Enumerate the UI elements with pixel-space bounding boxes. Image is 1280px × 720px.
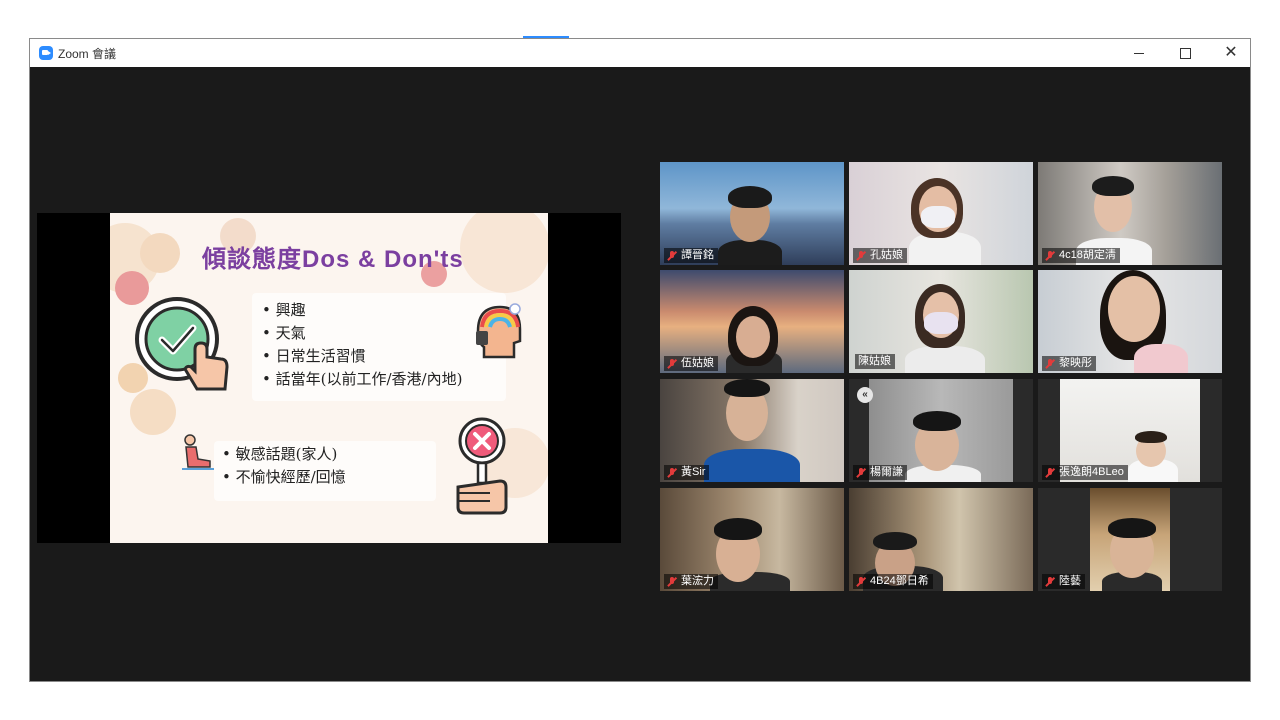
participant-video-tile[interactable]: 陸藝	[1038, 488, 1222, 591]
no-sign-hand-icon	[456, 417, 508, 515]
donts-list: 敏感話題(家人) 不愉快經歷/回憶	[222, 443, 346, 489]
participant-video-tile[interactable]: 4B24鄧日希	[849, 488, 1033, 591]
minimize-button[interactable]	[1116, 39, 1162, 67]
participant-name-label: 葉浤力	[664, 574, 718, 589]
maximize-button[interactable]	[1162, 39, 1208, 67]
donts-item: 不愉快經歷/回憶	[222, 466, 346, 489]
participant-name-label: 黃Sir	[664, 465, 710, 480]
dos-list: 興趣 天氣 日常生活習慣 話當年(以前工作/香港/內地)	[262, 299, 463, 391]
participant-video-tile[interactable]: 張逸朗4BLeo	[1038, 379, 1222, 482]
participant-name-label: 伍姑娘	[664, 356, 718, 371]
participant-video-tile[interactable]: 黎映彤	[1038, 270, 1222, 373]
slide-title: 傾談態度Dos & Don'ts	[202, 246, 464, 273]
minimize-icon	[1134, 52, 1144, 54]
participant-name-label: 4B24鄧日希	[853, 574, 933, 589]
thinking-head-icon	[476, 303, 522, 359]
participant-name-label: 陳姑娘	[855, 354, 895, 369]
participant-video-tile-active-speaker[interactable]: 陳姑娘	[849, 270, 1033, 373]
dos-item: 興趣	[262, 299, 462, 322]
participant-video-tile[interactable]: 孔姑娘	[849, 162, 1033, 265]
donts-item: 敏感話題(家人)	[222, 443, 346, 466]
window-title: Zoom 會議	[58, 47, 117, 61]
title-bar: Zoom 會議 ✕	[30, 39, 1250, 67]
close-icon: ✕	[1224, 44, 1238, 61]
sitting-person-icon	[182, 434, 214, 470]
participant-name-label: 孔姑娘	[853, 248, 907, 263]
muted-mic-icon	[667, 358, 677, 369]
participant-name-label: 譚晉銘	[664, 248, 718, 263]
zoom-meeting-window: Zoom 會議 ✕ 傾談態度Dos & Don'ts • 興趣 • 天氣 • 日…	[29, 38, 1251, 682]
participant-video-tile[interactable]: 譚晉銘	[660, 162, 844, 265]
participant-video-tile[interactable]: 4c18胡定淸	[1038, 162, 1222, 265]
muted-mic-icon	[667, 467, 677, 478]
muted-mic-icon	[856, 467, 866, 478]
participant-video-tile[interactable]: 葉浤力	[660, 488, 844, 591]
dos-item: 話當年(以前工作/香港/內地)	[262, 368, 463, 391]
participant-name-label: 楊爾謙	[853, 465, 907, 480]
participant-video-tile[interactable]: « 楊爾謙	[849, 379, 1033, 482]
flower-decoration	[140, 233, 180, 273]
zoom-app-icon	[39, 46, 53, 60]
flower-decoration	[460, 213, 548, 293]
maximize-icon	[1179, 47, 1191, 59]
checkmark-hand-icon	[135, 297, 229, 391]
muted-mic-icon	[856, 576, 866, 587]
muted-mic-icon	[1045, 467, 1055, 478]
participant-video-tile[interactable]: 伍姑娘	[660, 270, 844, 373]
muted-mic-icon	[856, 250, 866, 261]
participant-name-label: 張逸朗4BLeo	[1042, 465, 1128, 480]
presentation-slide: 傾談態度Dos & Don'ts 興趣 天氣 日常生活習慣 話當年(以前工作/香…	[110, 213, 548, 543]
dos-item: 日常生活習慣	[262, 345, 462, 368]
muted-mic-icon	[667, 576, 677, 587]
participant-name-label: 黎映彤	[1042, 356, 1096, 371]
dos-item: 天氣	[262, 322, 462, 345]
collapse-gallery-button[interactable]: «	[857, 387, 873, 403]
participant-name-label: 陸藝	[1042, 574, 1085, 589]
participant-name-label: 4c18胡定淸	[1042, 248, 1120, 263]
participant-video-tile[interactable]: 黃Sir	[660, 379, 844, 482]
muted-mic-icon	[667, 250, 677, 261]
muted-mic-icon	[1045, 576, 1055, 587]
shared-screen: 傾談態度Dos & Don'ts 興趣 天氣 日常生活習慣 話當年(以前工作/香…	[37, 213, 621, 543]
muted-mic-icon	[1045, 250, 1055, 261]
muted-mic-icon	[1045, 358, 1055, 369]
close-button[interactable]: ✕	[1208, 39, 1254, 67]
